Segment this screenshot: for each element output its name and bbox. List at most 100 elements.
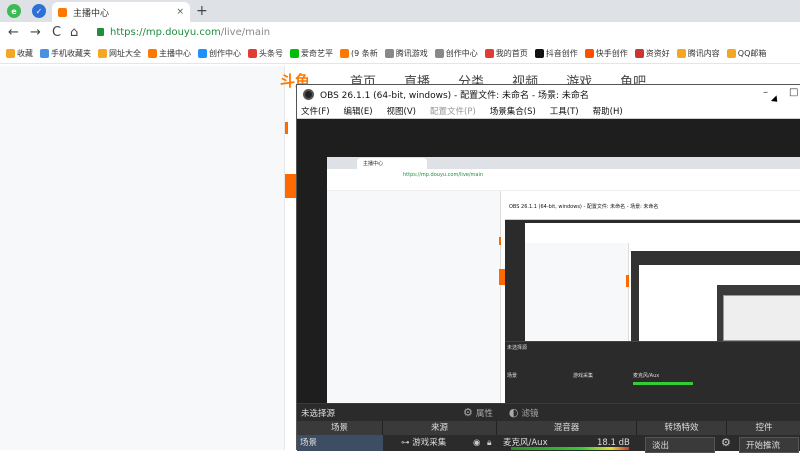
- nested-sidebar: [327, 191, 501, 403]
- bookmark-favicon-icon: [40, 49, 49, 58]
- bookmark-item[interactable]: 快手创作: [584, 48, 632, 59]
- transition-gear-icon[interactable]: ⚙: [721, 435, 731, 451]
- browser-logo-icon[interactable]: e: [7, 4, 21, 18]
- bookmark-label: QQ邮箱: [737, 49, 767, 58]
- bookmark-item[interactable]: 资资好: [634, 48, 674, 59]
- bookmark-item[interactable]: 爱奇艺平: [290, 48, 337, 59]
- nested-mixer-track: 麦克风/Aux: [633, 373, 660, 379]
- reload-button[interactable]: C: [52, 25, 61, 40]
- browser-extension-icon[interactable]: ✓: [32, 4, 46, 18]
- source-item[interactable]: ⊶ 游戏采集: [401, 435, 446, 451]
- bookmark-favicon-icon: [676, 49, 686, 58]
- bookmarks-bar: 收藏 手机收藏夹 网址大全 主播中心 创作中心 头条号 爱奇艺平 (9 条新 腾讯游戏 创作中心 我…: [0, 44, 800, 64]
- nested-browser-capture: 主播中心 https://mp.douyu.com/live/main OBS …: [327, 157, 800, 403]
- properties-label: 属性: [475, 408, 493, 419]
- bookmark-item[interactable]: 腾讯内容: [676, 48, 724, 59]
- bookmark-favicon-icon: [148, 49, 157, 58]
- nested-indicator: [499, 237, 501, 245]
- back-button[interactable]: ←: [8, 25, 19, 40]
- obs-menu-item[interactable]: 场景集合(S): [490, 105, 536, 117]
- filters-button[interactable]: ◐ 滤镜: [509, 406, 539, 419]
- bookmark-item[interactable]: 网址大全: [98, 48, 145, 59]
- tab-main[interactable]: 主播中心 ×: [52, 2, 190, 22]
- lock-icon[interactable]: 🔒︎: [487, 435, 492, 451]
- bookmark-label: 手机收藏夹: [51, 49, 91, 58]
- new-tab-button[interactable]: +: [196, 3, 208, 19]
- start-streaming-button[interactable]: 开始推流: [739, 437, 799, 453]
- obs-dock-columns: 场景 来源 混音器 转场特效 控件: [297, 421, 800, 435]
- bookmark-item[interactable]: 手机收藏夹: [40, 48, 95, 59]
- transition-select[interactable]: 淡出: [645, 437, 715, 453]
- scene-item[interactable]: 场景: [297, 435, 383, 451]
- bookmark-favicon-icon: [434, 49, 444, 58]
- minimize-button[interactable]: –: [763, 87, 768, 98]
- tab-close-icon[interactable]: ×: [176, 7, 184, 17]
- home-button[interactable]: ⌂: [70, 25, 78, 40]
- obs-menu-item[interactable]: 文件(F): [301, 105, 330, 117]
- url-host: mp.douyu.com: [145, 27, 221, 38]
- browser-tab-bar: e ✓ 主播中心 × +: [0, 0, 800, 22]
- nested-dock-label: 未选择源: [507, 345, 528, 351]
- sidebar-indicator: [285, 122, 288, 134]
- bookmark-item[interactable]: 主播中心: [148, 48, 195, 59]
- filters-label: 滤镜: [521, 408, 539, 419]
- nested-source-item: 游戏采集: [573, 373, 594, 379]
- bookmark-label: 我的首页: [495, 49, 528, 58]
- tab-title: 主播中心: [73, 8, 110, 19]
- lock-icon: [97, 28, 104, 36]
- nested-capture-level4: [723, 295, 800, 341]
- obs-menu-item[interactable]: 编辑(E): [344, 105, 373, 117]
- bookmark-label: 资资好: [645, 49, 670, 58]
- bookmark-label: 创作中心: [209, 49, 241, 58]
- bookmark-favicon-icon: [98, 49, 107, 58]
- sources-header: 来源: [383, 421, 497, 435]
- bookmark-item[interactable]: 抖音创作: [534, 48, 582, 59]
- bookmark-label: 腾讯游戏: [395, 49, 428, 58]
- url-field[interactable]: https://mp.douyu.com/live/main: [110, 27, 270, 38]
- obs-menu-item[interactable]: 视图(V): [387, 105, 416, 117]
- bookmark-item[interactable]: 腾讯游戏: [384, 48, 432, 59]
- bookmark-favicon-icon: [198, 49, 207, 58]
- obs-logo-icon: [303, 88, 314, 100]
- bookmark-item[interactable]: QQ邮箱: [726, 48, 771, 59]
- nested-obs-title: OBS 26.1.1 (64-bit, windows) - 配置文件: 未命名…: [505, 201, 800, 211]
- nested-scene-item: 场景: [507, 373, 518, 379]
- forward-button[interactable]: →: [30, 25, 41, 40]
- source-type-icon: ⊶: [401, 438, 410, 448]
- obs-dock-header: 未选择源 ⚙ 属性 ◐ 滤镜: [297, 403, 800, 421]
- nested-audio-meter: [633, 382, 693, 385]
- visibility-icon[interactable]: ◉: [473, 435, 480, 451]
- bookmark-label: 创作中心: [445, 49, 478, 58]
- bookmark-item[interactable]: 创作中心: [434, 48, 482, 59]
- bookmark-favicon-icon: [248, 49, 257, 58]
- obs-menu-item[interactable]: 工具(T): [550, 105, 579, 117]
- transitions-header: 转场特效: [637, 421, 727, 435]
- bookmark-label: (9 条新: [351, 49, 378, 58]
- scenes-header: 场景: [297, 421, 383, 435]
- obs-menu-item[interactable]: 帮助(H): [593, 105, 623, 117]
- bookmark-label: 头条号: [259, 49, 283, 58]
- obs-title-bar: OBS 26.1.1 (64-bit, windows) - 配置文件: 未命名…: [297, 85, 800, 103]
- address-bar-row: ← → C ⌂ https://mp.douyu.com/live/main: [0, 22, 800, 44]
- bookmark-favicon-icon: [634, 49, 644, 58]
- bookmark-label: 抖音创作: [545, 49, 578, 58]
- obs-preview[interactable]: 主播中心 https://mp.douyu.com/live/main OBS …: [297, 119, 800, 403]
- source-item-label: 游戏采集: [412, 438, 447, 448]
- bookmark-item[interactable]: 我的首页: [484, 48, 532, 59]
- bookmark-item[interactable]: 收藏: [6, 48, 37, 59]
- bookmark-item[interactable]: 创作中心: [198, 48, 245, 59]
- properties-button[interactable]: ⚙ 属性: [463, 406, 493, 419]
- nested-obs-dock: 未选择源 场景 游戏采集 麦克风/Aux: [505, 341, 800, 403]
- mixer-header: 混音器: [497, 421, 637, 435]
- obs-menu-item[interactable]: 配置文件(P): [430, 105, 476, 117]
- nested-tab: 主播中心: [357, 158, 427, 169]
- bookmark-label: 快手创作: [595, 49, 628, 58]
- obs-menu-bar: 文件(F) 编辑(E) 视图(V) 配置文件(P) 场景集合(S) 工具(T) 帮助(H): [297, 103, 800, 119]
- bookmark-item[interactable]: (9 条新: [340, 48, 382, 59]
- url-scheme: https://: [110, 27, 146, 38]
- sidebar-active-marker: [285, 174, 296, 198]
- bookmark-label: 收藏: [17, 49, 33, 58]
- bookmark-label: 爱奇艺平: [301, 49, 333, 58]
- maximize-button[interactable]: □: [789, 87, 798, 98]
- bookmark-item[interactable]: 头条号: [248, 48, 287, 59]
